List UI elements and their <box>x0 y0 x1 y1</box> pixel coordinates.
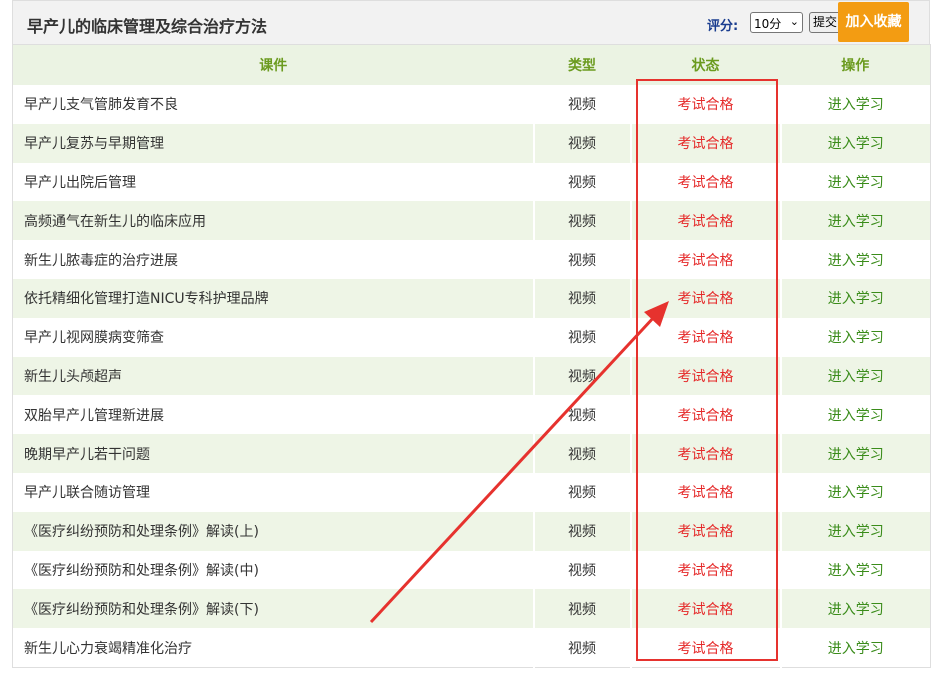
annotation-arrow <box>369 301 669 624</box>
annotation-arrow-line <box>369 314 657 624</box>
